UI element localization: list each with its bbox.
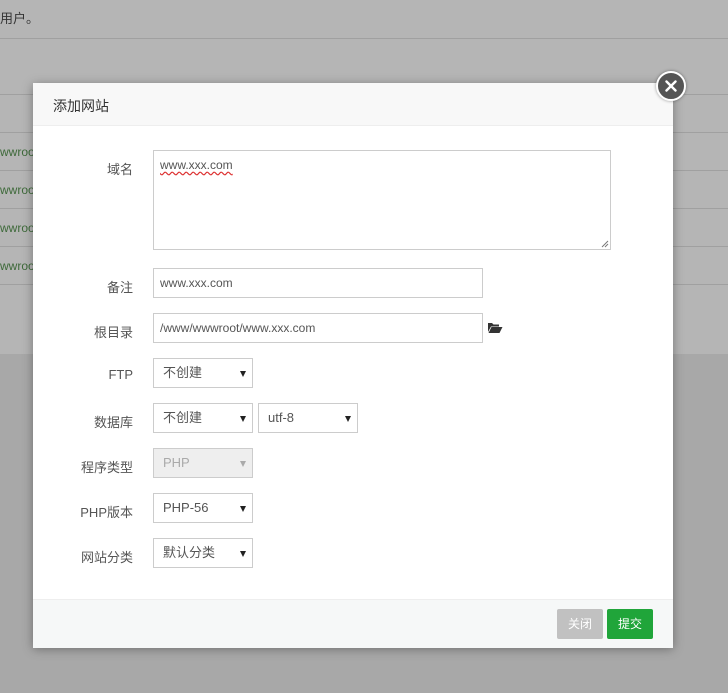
close-icon[interactable]	[656, 71, 686, 101]
divider	[0, 38, 728, 39]
folder-open-icon[interactable]	[487, 321, 503, 334]
remark-label: 备注	[106, 280, 133, 295]
submit-button[interactable]: 提交	[607, 609, 653, 639]
chevron-down-icon	[345, 416, 351, 422]
domain-label: 域名	[106, 162, 133, 177]
background-row-text: wwroo	[0, 183, 35, 197]
site-category-select[interactable]: 默认分类	[153, 538, 253, 568]
dialog-title: 添加网站	[53, 98, 109, 114]
root-dir-input[interactable]: /www/wwwroot/www.xxx.com	[153, 313, 483, 343]
site-category-label: 网站分类	[80, 550, 133, 565]
program-type-value: PHP	[163, 455, 190, 470]
chevron-down-icon	[240, 371, 246, 377]
php-version-value: PHP-56	[163, 500, 209, 515]
background-text: 用户。	[0, 11, 40, 26]
resize-grip-icon[interactable]	[601, 240, 609, 248]
php-version-select[interactable]: PHP-56	[153, 493, 253, 523]
chevron-down-icon	[240, 416, 246, 422]
background-row-text: wwroo	[0, 259, 35, 273]
domain-textarea[interactable]: www.xxx.com	[153, 150, 611, 250]
background-row-text: wwroo	[0, 145, 35, 159]
charset-select[interactable]: utf-8	[258, 403, 358, 433]
database-select[interactable]: 不创建	[153, 403, 253, 433]
program-type-select: PHP	[153, 448, 253, 478]
close-button[interactable]: 关闭	[557, 609, 603, 639]
chevron-down-icon	[240, 506, 246, 512]
php-version-label: PHP版本	[80, 505, 133, 520]
root-dir-label: 根目录	[93, 325, 133, 340]
chevron-down-icon	[240, 461, 246, 467]
database-select-value: 不创建	[163, 410, 203, 425]
domain-value: www.xxx.com	[160, 158, 233, 172]
dialog-header: 添加网站	[33, 83, 673, 126]
ftp-label: FTP	[108, 367, 133, 382]
background-row-text: wwroo	[0, 221, 35, 235]
dialog-footer: 关闭 提交	[33, 599, 673, 648]
site-category-value: 默认分类	[163, 545, 216, 560]
ftp-select-value: 不创建	[163, 365, 203, 380]
add-site-dialog: 添加网站 域名 www.xxx.com 备注 www.xxx.com 根目录 /…	[33, 83, 673, 648]
database-label: 数据库	[93, 415, 133, 430]
chevron-down-icon	[240, 551, 246, 557]
close-x-glyph	[665, 80, 677, 92]
charset-select-value: utf-8	[268, 410, 295, 425]
ftp-select[interactable]: 不创建	[153, 358, 253, 388]
remark-input[interactable]: www.xxx.com	[153, 268, 483, 298]
program-type-label: 程序类型	[80, 460, 133, 475]
